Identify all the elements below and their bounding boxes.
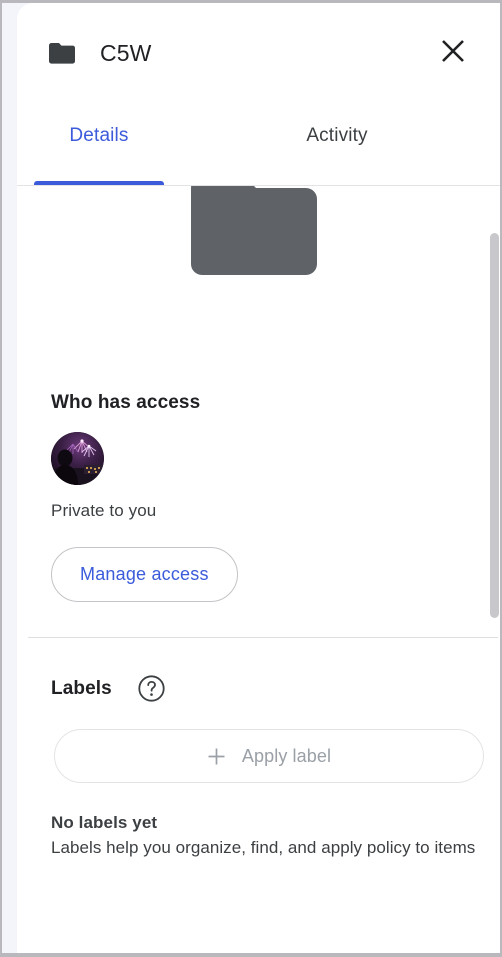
tab-bar: Details Activity [17,103,500,185]
labels-section: Labels Apply label No labels yet Labels … [17,638,500,860]
avatar[interactable] [51,432,104,485]
page-title: C5W [100,41,152,65]
close-button[interactable] [432,32,474,74]
panel-header: C5W [17,3,500,103]
access-status-text: Private to you [51,501,157,520]
folder-preview-icon [191,186,317,275]
labels-heading: Labels [51,677,112,699]
tab-activity-label: Activity [306,125,368,146]
detail-pane-window: C5W Details Activity Who has access Priv… [0,0,502,957]
no-labels-title: No labels yet [51,813,158,832]
tab-details-label: Details [69,125,129,146]
labels-heading-row: Labels [51,675,486,702]
preview-area [17,186,500,374]
close-icon [440,38,466,69]
detail-panel-body: Who has access Private to you Manage acc… [17,186,500,953]
apply-label-button[interactable]: Apply label [54,729,484,783]
tab-activity[interactable]: Activity [262,125,412,185]
who-has-access-section: Who has access Private to you Manage acc… [17,374,500,602]
tab-details[interactable]: Details [34,125,164,185]
detail-panel: C5W Details Activity Who has access Priv… [17,3,500,953]
no-labels-description: Labels help you organize, find, and appl… [51,838,476,857]
folder-icon [49,42,75,64]
scrollbar-thumb[interactable] [490,233,499,618]
scrollbar-track[interactable] [490,186,500,953]
help-circle-icon[interactable] [138,675,165,702]
who-has-access-heading: Who has access [51,392,201,413]
apply-label-button-label: Apply label [241,745,332,766]
plus-icon [207,747,226,766]
manage-access-button[interactable]: Manage access [51,547,238,602]
